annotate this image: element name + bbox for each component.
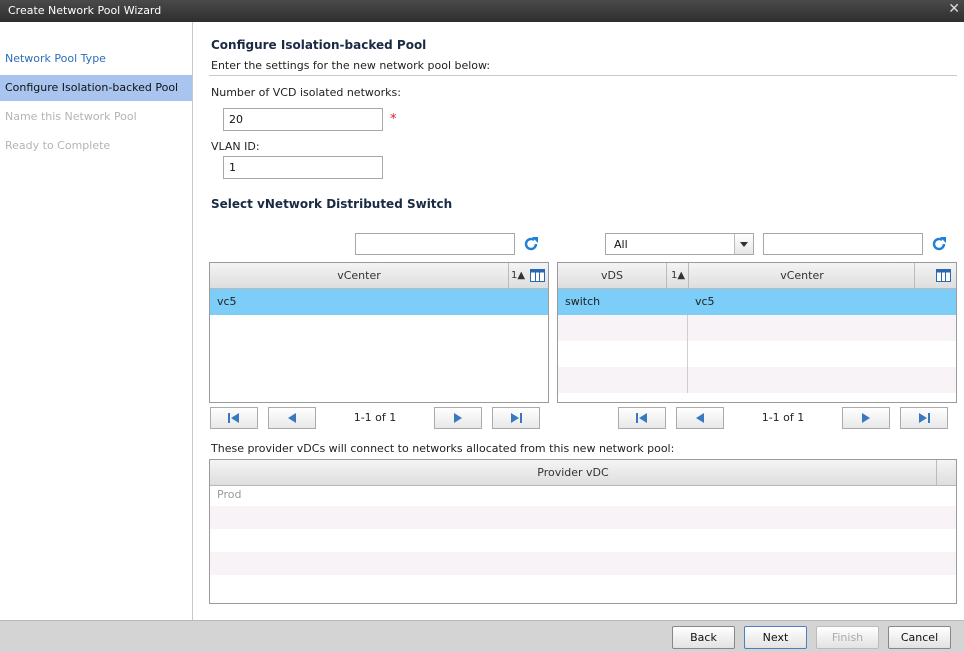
table-row[interactable]: vc5: [210, 289, 548, 315]
table-row[interactable]: Prod: [210, 483, 956, 506]
last-page-button[interactable]: [900, 407, 948, 429]
empty-row: [210, 575, 956, 598]
empty-row: [210, 506, 956, 529]
close-icon[interactable]: ✕: [948, 1, 960, 17]
step-network-pool-type[interactable]: Network Pool Type: [0, 46, 192, 72]
vds-grid-header: vDS 1▲ vCenter: [558, 263, 956, 289]
sort-indicator[interactable]: 1▲: [508, 263, 527, 288]
next-page-button[interactable]: [842, 407, 890, 429]
provider-grid: Provider vDC Prod: [209, 459, 957, 604]
networks-label: Number of VCD isolated networks:: [211, 86, 401, 99]
vcenter-search-input[interactable]: [355, 233, 515, 255]
vlan-label: VLAN ID:: [211, 140, 260, 153]
chevron-down-icon[interactable]: [734, 234, 753, 254]
first-page-button[interactable]: [210, 407, 258, 429]
last-page-button[interactable]: [492, 407, 540, 429]
columns-icon[interactable]: [530, 269, 545, 282]
window-title: Create Network Pool Wizard: [8, 4, 162, 17]
switch-section-title: Select vNetwork Distributed Switch: [211, 197, 453, 211]
wizard-steps: Network Pool Type Configure Isolation-ba…: [0, 22, 193, 620]
vcenter-grid-header: vCenter 1▲: [210, 263, 548, 289]
vds-grid: vDS 1▲ vCenter switch vc5: [557, 262, 957, 403]
refresh-icon[interactable]: [523, 236, 539, 252]
prev-page-button[interactable]: [268, 407, 316, 429]
step-configure-isolation-backed-pool[interactable]: Configure Isolation-backed Pool: [0, 75, 192, 101]
step-ready-to-complete: Ready to Complete: [5, 139, 111, 152]
col-divider: [914, 263, 916, 288]
empty-row: [558, 315, 956, 341]
vcenter-cell: vc5: [217, 295, 237, 308]
cancel-button[interactable]: Cancel: [888, 626, 951, 649]
col-divider: [936, 460, 938, 485]
vds-cell: switch: [565, 295, 601, 308]
finish-button: Finish: [816, 626, 879, 649]
refresh-icon[interactable]: [931, 236, 947, 252]
vcenter-grid: vCenter 1▲ vc5: [209, 262, 549, 403]
empty-row: [210, 529, 956, 552]
networks-input[interactable]: [223, 108, 383, 131]
vcenter-cell: vc5: [695, 295, 715, 308]
section-title: Configure Isolation-backed Pool: [211, 38, 427, 52]
col-vcenter[interactable]: vCenter: [210, 263, 508, 288]
sort-indicator[interactable]: 1▲: [666, 263, 689, 288]
provider-cell: Prod: [217, 488, 242, 501]
col-vds[interactable]: vDS: [558, 263, 666, 288]
prev-page-button[interactable]: [676, 407, 724, 429]
col-vcenter[interactable]: vCenter: [688, 263, 915, 288]
next-page-button[interactable]: [434, 407, 482, 429]
pager-status: 1-1 of 1: [761, 411, 805, 424]
back-button[interactable]: Back: [672, 626, 735, 649]
vds-search-input[interactable]: [763, 233, 923, 255]
column-separator: [687, 315, 688, 393]
section-subtitle: Enter the settings for the new network p…: [211, 59, 491, 72]
empty-row: [558, 367, 956, 393]
step-name-network-pool: Name this Network Pool: [5, 110, 137, 123]
required-indicator: *: [390, 112, 397, 127]
col-provider-vdc[interactable]: Provider vDC: [210, 460, 936, 485]
empty-row: [210, 552, 956, 575]
provider-note: These provider vDCs will connect to netw…: [211, 442, 675, 455]
columns-icon[interactable]: [936, 269, 951, 282]
first-page-button[interactable]: [618, 407, 666, 429]
title-bar: Create Network Pool Wizard ✕: [0, 0, 964, 22]
filter-select[interactable]: All: [605, 233, 754, 255]
next-button[interactable]: Next: [744, 626, 807, 649]
section-divider: [209, 75, 957, 76]
vlan-id-input[interactable]: [223, 156, 383, 179]
pager-status: 1-1 of 1: [353, 411, 397, 424]
empty-row: [558, 341, 956, 367]
table-row[interactable]: switch vc5: [558, 289, 956, 315]
filter-selected: All: [614, 238, 628, 251]
